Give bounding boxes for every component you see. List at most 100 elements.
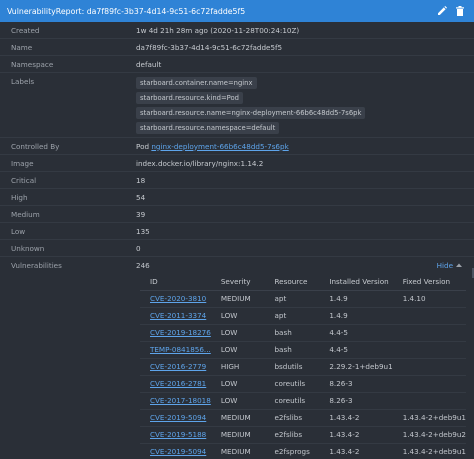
table-cell: MEDIUM [210,426,265,444]
table-cell: LOW [210,375,265,393]
table-cell: 2.29.2-1+deb9u1 [319,358,393,376]
table-cell: 8.26-3 [319,392,393,410]
table-cell: LOW [210,392,265,410]
image-value: index.docker.io/library/nginx:1.14.2 [136,158,264,168]
vulnerability-id-link[interactable]: TEMP-0841856... [150,345,211,354]
table-cell: 4.4-5 [319,324,393,342]
controlled-by-label: Controlled By [11,141,60,151]
table-cell [392,307,466,325]
titlebar: VulnerabilityReport: da7f89fc-3b37-4d14-… [0,0,474,22]
vulnerability-id-link[interactable]: CVE-2017-18018 [150,396,211,405]
table-row: CVE-2019-5188 MEDIUM e2fslibs 1.43.4-2 1.43.… [140,426,466,444]
image-row: Image index.docker.io/library/nginx:1.14… [0,155,474,172]
namespace-label: Namespace [11,59,54,69]
vulnerability-id-link[interactable]: CVE-2016-2779 [150,362,206,371]
table-cell: 4.4-5 [319,341,393,359]
table-cell [392,341,466,359]
name-row: Name da7f89fc-3b37-4d14-9c51-6c72fadde5f… [0,39,474,56]
page-title: VulnerabilityReport: da7f89fc-3b37-4d14-… [7,6,246,16]
image-label: Image [11,158,34,168]
table-cell: 1.43.4-2+deb9u1 [392,409,466,427]
created-row: Created 1w 4d 21h 28m ago (2020-11-28T00… [0,22,474,39]
controller-link[interactable]: nginx-deployment-66b6c48dd5-7s6pk [151,142,288,151]
table-cell [392,392,466,410]
hide-toggle[interactable]: Hide [437,261,462,270]
details-panel: Created 1w 4d 21h 28m ago (2020-11-28T00… [0,22,474,459]
vulnerabilities-header: Vulnerabilities 246 Hide [0,257,474,273]
table-cell: 1.43.4-2 [319,426,393,444]
vulnerability-id-link[interactable]: CVE-2019-5188 [150,430,206,439]
vulnerability-id-cell[interactable]: CVE-2020-3810 [140,290,211,308]
vulnerability-id-cell[interactable]: CVE-2017-18018 [140,392,211,410]
hide-label: Hide [436,260,453,270]
table-row: CVE-2016-2779 HIGH bsdutils 2.29.2-1+deb9u1 [140,358,466,376]
table-row: CVE-2019-18276 LOW bash 4.4-5 [140,324,466,342]
table-cell: MEDIUM [210,290,265,308]
table-cell: HIGH [210,358,265,376]
table-cell: 8.26-3 [319,375,393,393]
created-value: 1w 4d 21h 28m ago (2020-11-28T00:24:10Z) [136,25,300,35]
table-cell: bsdutils [264,358,320,376]
table-row: CVE-2019-5094 MEDIUM e2fsprogs 1.43.4-2 1.43… [140,443,466,459]
controller-kind: Pod [136,141,150,151]
table-cell: coreutils [264,392,320,410]
column-header[interactable]: Fixed Version [392,273,466,291]
critical-value: 18 [136,175,146,185]
labels-label: Labels [11,77,35,86]
pencil-icon[interactable] [434,4,449,19]
low-label: Low [11,226,26,236]
labels-row: Labels starboard.container.name=nginx st… [0,73,474,138]
table-cell: coreutils [264,375,320,393]
unknown-row: Unknown 0 [0,240,474,257]
label-chip: starboard.container.name=nginx [136,77,257,89]
table-cell: LOW [210,324,265,342]
medium-value: 39 [136,209,146,219]
table-cell: MEDIUM [210,409,265,427]
vulnerability-id-cell[interactable]: CVE-2016-2779 [140,358,211,376]
vulnerability-id-link[interactable]: CVE-2011-3374 [150,311,206,320]
trash-icon[interactable] [452,4,467,19]
low-value: 135 [136,226,150,236]
critical-label: Critical [11,175,37,185]
table-row: CVE-2011-3374 LOW apt 1.4.9 [140,307,466,325]
table-cell: e2fslibs [264,426,320,444]
table-cell: LOW [210,341,265,359]
table-cell: e2fsprogs [264,443,320,459]
unknown-label: Unknown [11,243,45,253]
table-cell [392,324,466,342]
vulnerability-id-link[interactable]: CVE-2019-5094 [150,447,206,456]
namespace-row: Namespace default [0,56,474,73]
table-cell: apt [264,290,320,308]
column-header[interactable]: Resource [264,273,320,291]
chevron-up-icon [456,263,462,267]
vulnerability-id-cell[interactable]: CVE-2011-3374 [140,307,211,325]
table-cell: 1.43.4-2+deb9u2 [392,426,466,444]
vulnerability-id-cell[interactable]: CVE-2016-2781 [140,375,211,393]
vulnerability-id-link[interactable]: CVE-2016-2781 [150,379,206,388]
high-label: High [11,192,28,202]
label-chips: starboard.container.name=nginx starboard… [136,77,366,134]
vulnerability-id-cell[interactable]: TEMP-0841856... [140,341,211,359]
medium-label: Medium [11,209,40,219]
vulnerability-id-link[interactable]: CVE-2020-3810 [150,294,206,303]
table-cell [392,358,466,376]
vulnerability-id-link[interactable]: CVE-2019-5094 [150,413,206,422]
high-row: High 54 [0,189,474,206]
table-cell [392,375,466,393]
vulnerability-id-cell[interactable]: CVE-2019-18276 [140,324,211,342]
vulnerability-id-cell[interactable]: CVE-2019-5094 [140,409,211,427]
table-row: CVE-2016-2781 LOW coreutils 8.26-3 [140,375,466,393]
column-header[interactable]: Severity [210,273,265,291]
vulnerability-id-cell[interactable]: CVE-2019-5094 [140,443,211,459]
low-row: Low 135 [0,223,474,240]
vulnerability-id-cell[interactable]: CVE-2019-5188 [140,426,211,444]
name-value: da7f89fc-3b37-4d14-9c51-6c72fadde5f5 [136,42,283,52]
table-cell: MEDIUM [210,443,265,459]
vulnerability-id-link[interactable]: CVE-2019-18276 [150,328,211,337]
table-cell: 1.4.10 [392,290,466,308]
vulnerabilities-label: Vulnerabilities [11,260,62,270]
column-header[interactable]: ID [140,273,211,291]
table-cell: bash [264,341,320,359]
label-chip: starboard.resource.name=nginx-deployment… [136,107,366,119]
column-header[interactable]: Installed Version [319,273,393,291]
